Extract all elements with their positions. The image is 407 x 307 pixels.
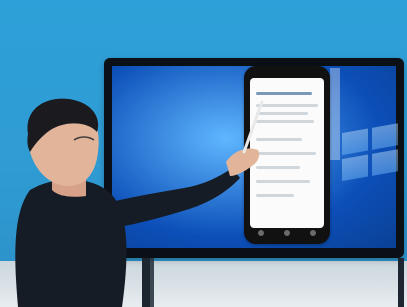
photo-scene	[0, 0, 407, 307]
phone-text-line	[256, 166, 300, 169]
phone-text-line	[256, 194, 294, 197]
tv-stand-leg	[142, 258, 150, 307]
phone-text-line	[256, 120, 314, 123]
windows-pane	[372, 149, 398, 176]
windows-logo-icon	[342, 123, 400, 185]
phone-text-line	[256, 92, 312, 95]
windows-pane	[342, 154, 368, 182]
phone-text-line	[256, 112, 308, 115]
phone-text-line	[256, 152, 316, 155]
tv-stand-leg	[150, 258, 154, 307]
phone-back-icon	[258, 230, 264, 236]
phone-text-line	[256, 138, 302, 141]
phone-home-icon	[284, 230, 290, 236]
windows-pane	[372, 123, 398, 150]
phone-navbar	[258, 229, 316, 237]
tv-stand-leg	[398, 258, 404, 307]
screen-sidebar	[330, 68, 340, 160]
phone-recents-icon	[310, 230, 316, 236]
phone-text-line	[256, 180, 310, 183]
floor	[0, 261, 407, 307]
phone-screen	[250, 78, 324, 228]
windows-pane	[342, 128, 368, 156]
phone-text-line	[256, 104, 318, 107]
